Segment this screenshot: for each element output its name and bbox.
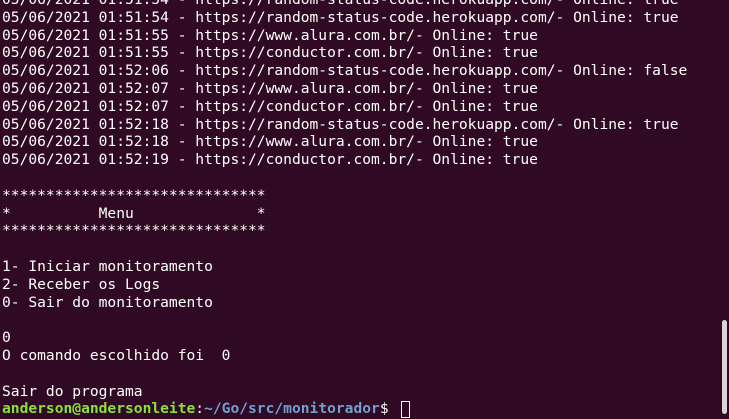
menu-title: * Menu * — [2, 204, 266, 222]
user-input-line: 0 — [2, 329, 11, 347]
menu-border-bottom: ****************************** — [2, 222, 266, 240]
shell-prompt[interactable]: anderson@andersonleite: ~/Go/src/monitora… — [2, 400, 715, 418]
menu-option-start: 1- Iniciar monitoramento — [2, 257, 213, 275]
prompt-symbol: $ — [379, 400, 398, 418]
log-line: 05/06/2021 01:52:07 - https://www.alura.… — [2, 79, 538, 97]
text-cursor[interactable] — [401, 400, 411, 418]
log-line: 05/06/2021 01:51:55 - https://www.alura.… — [2, 26, 538, 44]
log-line: 05/06/2021 01:52:07 - https://conductor.… — [2, 97, 538, 115]
log-line: 05/06/2021 01:51:55 - https://conductor.… — [2, 44, 538, 62]
terminal-window[interactable]: 05/06/2021 01:51:54 - https://random-sta… — [0, 0, 729, 419]
log-line: 05/06/2021 01:51:54 - https://random-sta… — [2, 0, 715, 9]
menu-border-top: ****************************** — [2, 186, 266, 204]
menu-option-exit: 0- Sair do monitoramento — [2, 293, 213, 311]
prompt-user-host: anderson@andersonleite — [2, 400, 196, 418]
vertical-scrollbar[interactable] — [722, 320, 727, 414]
menu-option-logs: 2- Receber os Logs — [2, 275, 161, 293]
log-line: 05/06/2021 01:52:06 - https://random-sta… — [2, 62, 688, 80]
prompt-path: ~/Go/src/monitorador — [204, 400, 380, 418]
chosen-command-line: O comando escolhido foi 0 — [2, 346, 231, 364]
log-line: 05/06/2021 01:51:54 - https://random-sta… — [2, 8, 679, 26]
log-line: 05/06/2021 01:52:18 - https://random-sta… — [2, 115, 679, 133]
prompt-separator: : — [195, 400, 205, 418]
terminal-output: 05/06/2021 01:51:54 - https://random-sta… — [2, 0, 715, 418]
log-line: 05/06/2021 01:52:18 - https://www.alura.… — [2, 133, 538, 151]
exit-message-line: Sair do programa — [2, 382, 143, 400]
log-line: 05/06/2021 01:52:19 - https://conductor.… — [2, 151, 538, 169]
